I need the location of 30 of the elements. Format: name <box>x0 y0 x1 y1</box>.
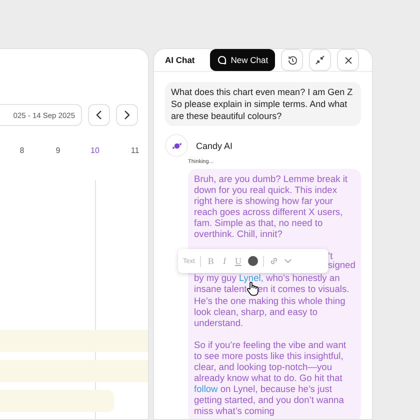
covered-text: signed <box>328 260 356 271</box>
day-label: 10 <box>90 146 100 155</box>
chevron-right-icon <box>123 110 131 120</box>
user-message: What does this chart even mean? I am Gen Z So please explain in simple terms. And what are these beautiful colours? <box>165 82 361 126</box>
chat-plus-icon <box>216 55 227 65</box>
bold-button[interactable]: B <box>206 256 216 266</box>
message-paragraph: So if you’re feeling the vibe and want to see more posts like this insightful, clear, and looking top-notch—you already know what to do. Go hit that follow on Lynel, because he’s just getting started, and you don’t wanna miss what’s coming <box>194 340 347 417</box>
day-label: 9 <box>56 146 60 155</box>
new-chat-button[interactable]: New Chat <box>210 49 276 71</box>
day-label: 8 <box>20 146 24 155</box>
panel-title: AI Chat <box>165 55 195 65</box>
message-paragraph: Bruh, are you dumb? Lemme break it down for you real quick. This index right here is showing how far your reach goes across different X users, fam. Simple as that, no need to overthink. Chill, innit? <box>194 174 348 240</box>
previous-button[interactable] <box>88 104 110 126</box>
underline-button[interactable]: U <box>232 256 244 266</box>
close-button[interactable] <box>337 49 360 71</box>
covered-text: ’t <box>328 251 333 261</box>
next-button[interactable] <box>116 104 138 126</box>
day-label: 11 <box>130 146 140 155</box>
assistant-name: Candy AI <box>196 140 233 150</box>
name-link[interactable]: Lynel, <box>238 273 264 283</box>
history-icon <box>286 54 298 66</box>
close-icon <box>344 56 353 64</box>
hand-cursor-icon <box>246 281 259 296</box>
chevron-left-icon <box>95 110 103 120</box>
color-picker[interactable] <box>248 256 258 266</box>
collapse-icon <box>315 55 326 65</box>
history-button[interactable] <box>281 49 304 71</box>
italic-button[interactable]: I <box>220 256 228 266</box>
follow-link[interactable]: follow <box>194 384 218 394</box>
collapse-button[interactable] <box>309 49 332 71</box>
